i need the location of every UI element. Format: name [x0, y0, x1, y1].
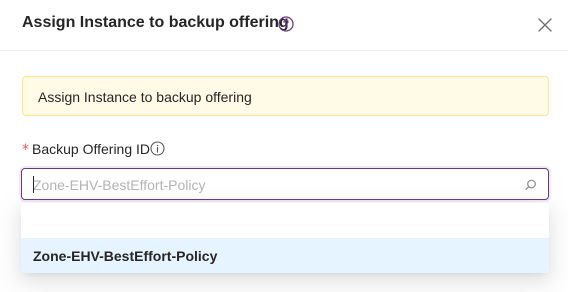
backup-offering-search-input[interactable] [33, 176, 513, 194]
dropdown-option[interactable]: Zone-EHV-BestEffort-Policy [21, 238, 549, 273]
search-icon [525, 179, 536, 191]
dropdown-option-empty[interactable] [21, 203, 549, 238]
required-mark: * [22, 142, 29, 158]
question-circle-icon[interactable] [278, 16, 294, 32]
select-dropdown: Zone-EHV-BestEffort-Policy [21, 203, 549, 273]
modal-header: Assign Instance to backup offering [0, 0, 568, 51]
info-alert: Assign Instance to backup offering [22, 76, 549, 116]
field-label: Backup Offering ID [32, 141, 151, 157]
backup-offering-select[interactable] [21, 168, 549, 200]
alert-message: Assign Instance to backup offering [38, 89, 252, 105]
text-cursor [33, 176, 34, 193]
dropdown-option-label: Zone-EHV-BestEffort-Policy [33, 248, 218, 264]
modal-title: Assign Instance to backup offering [22, 14, 289, 31]
close-icon[interactable] [536, 16, 554, 34]
info-circle-icon[interactable] [150, 141, 165, 156]
